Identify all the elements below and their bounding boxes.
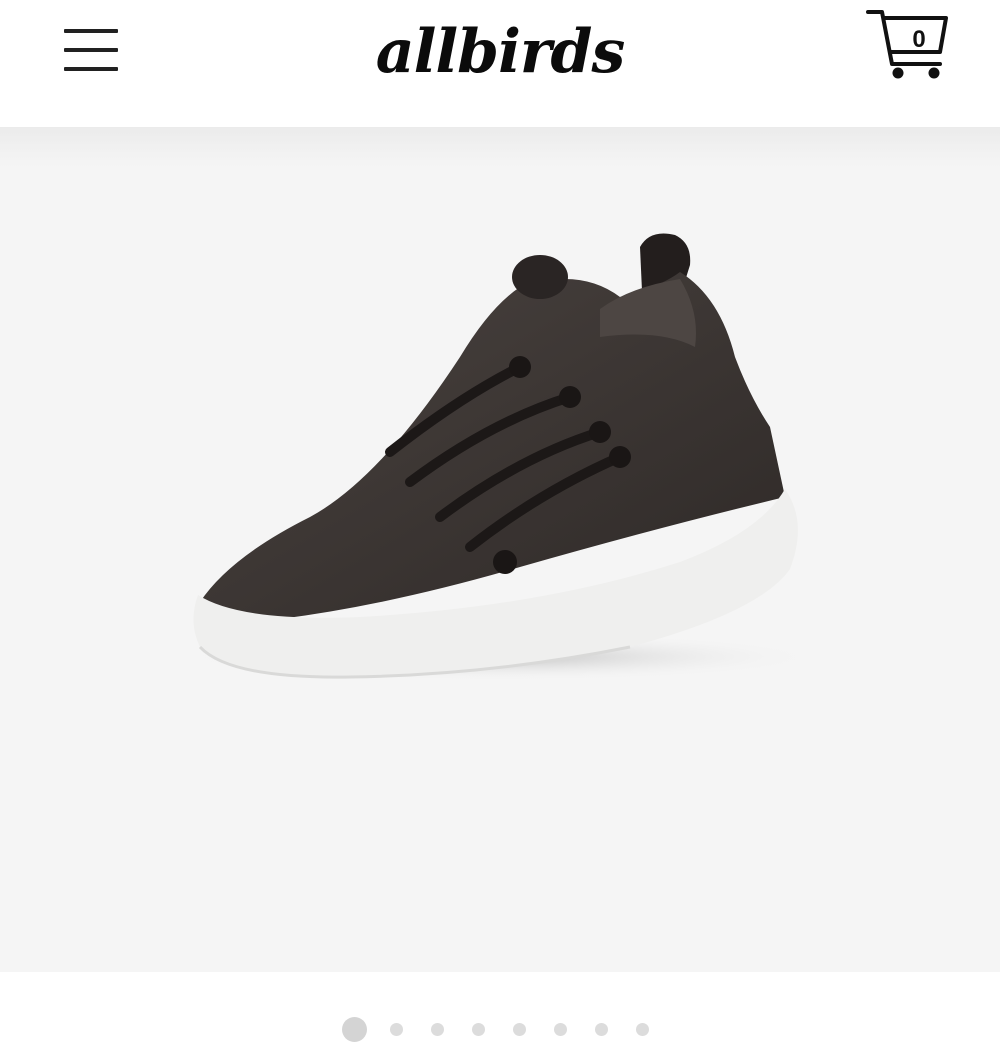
allbirds-logo[interactable]: allbirds xyxy=(368,2,632,102)
carousel-dots xyxy=(0,1015,1000,1043)
hamburger-menu-button[interactable] xyxy=(62,27,120,73)
carousel-dot[interactable] xyxy=(513,1023,526,1036)
carousel-dot[interactable] xyxy=(636,1023,649,1036)
carousel-dot[interactable] xyxy=(595,1023,608,1036)
site-header: allbirds 0 xyxy=(0,0,1000,127)
carousel-dot[interactable] xyxy=(431,1023,444,1036)
menu-bar xyxy=(64,67,118,71)
menu-bar xyxy=(64,48,118,52)
carousel-dot[interactable] xyxy=(554,1023,567,1036)
cart-count-badge: 0 xyxy=(912,26,926,53)
page-bottom-strip xyxy=(0,972,1000,1000)
menu-bar xyxy=(64,29,118,33)
carousel-dot-active[interactable] xyxy=(342,1017,367,1042)
carousel-dot[interactable] xyxy=(390,1023,403,1036)
wool-runner-sneaker-image xyxy=(180,233,820,681)
header-shadow xyxy=(0,127,1000,167)
cart-button[interactable]: 0 xyxy=(864,6,950,82)
carousel-dot[interactable] xyxy=(472,1023,485,1036)
product-image-carousel[interactable] xyxy=(0,127,1000,1042)
